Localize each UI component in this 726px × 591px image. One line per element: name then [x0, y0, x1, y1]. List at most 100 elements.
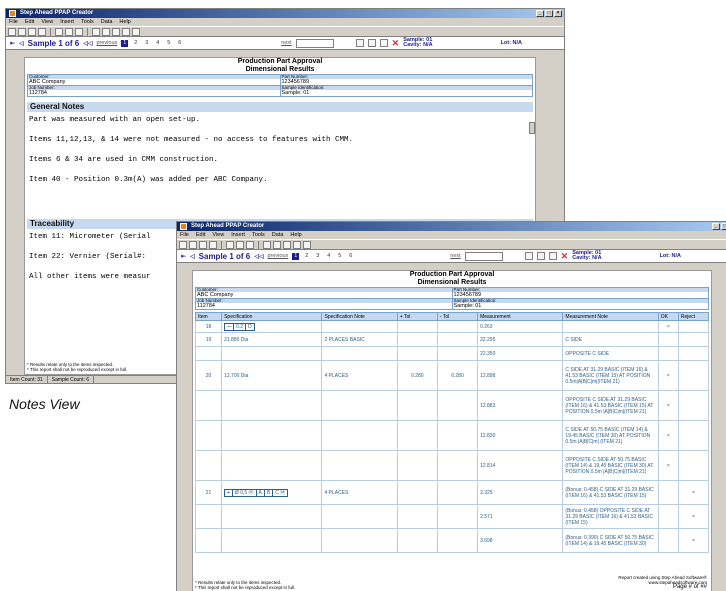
specification-cell[interactable]: [221, 420, 323, 451]
previous-link[interactable]: previous: [267, 253, 288, 259]
paste-icon[interactable]: [246, 240, 254, 249]
item-cell[interactable]: 18: [194, 320, 223, 333]
meas-note-cell[interactable]: OPPOSITE C SIDE AT 50.75 BASIC (ITEM 14)…: [562, 450, 659, 481]
sample-jump-input[interactable]: [295, 38, 334, 48]
reject-mark-cell[interactable]: [677, 332, 710, 347]
add-sample-icon[interactable]: [379, 39, 388, 47]
menu-file[interactable]: File: [9, 18, 18, 26]
ok-mark-cell[interactable]: [657, 346, 679, 361]
delete-x-icon[interactable]: ✕: [561, 251, 569, 262]
redo-icon[interactable]: [273, 240, 281, 249]
menu-tools[interactable]: Tools: [252, 231, 265, 239]
measurement-cell[interactable]: 12.830: [477, 420, 564, 451]
page-3[interactable]: 3: [143, 40, 150, 47]
plus-tol-cell[interactable]: [396, 480, 438, 505]
back-arrow-icon[interactable]: ◁◁: [83, 40, 92, 47]
plus-tol-cell[interactable]: [396, 528, 438, 553]
reject-mark-cell[interactable]: ×: [677, 528, 710, 553]
page-6[interactable]: 6: [176, 40, 183, 47]
open-folder-icon[interactable]: [189, 240, 197, 249]
print-icon[interactable]: [209, 240, 217, 249]
plus-tol-cell[interactable]: [396, 504, 438, 529]
back-arrow-icon[interactable]: ◁◁: [254, 253, 263, 260]
menu-help[interactable]: Help: [119, 18, 130, 26]
specification-cell[interactable]: [221, 450, 323, 481]
minus-tol-cell[interactable]: [436, 504, 479, 529]
table-row[interactable]: 20 12.700 Dia 4 PLACES 0.280 0.280 12.898 C SI…: [194, 360, 710, 391]
item-cell[interactable]: 21: [194, 480, 223, 505]
spec-note-cell[interactable]: [321, 420, 398, 451]
menu-insert[interactable]: Insert: [231, 231, 245, 239]
menu-edit[interactable]: Edit: [196, 231, 205, 239]
specification-cell[interactable]: [221, 390, 323, 421]
general-note-line[interactable]: Items 11,12,13, & 14 were not measured -…: [25, 135, 535, 145]
plus-tol-cell[interactable]: [396, 320, 438, 333]
page-4[interactable]: 4: [325, 253, 332, 260]
plus-tol-cell[interactable]: [396, 450, 438, 481]
copy-icon[interactable]: [236, 240, 244, 249]
specification-cell[interactable]: 21.880 Dia: [221, 332, 323, 347]
meas-note-cell[interactable]: (Bonus: 0.390) C SIDE AT 50.75 BASIC (IT…: [562, 528, 659, 553]
reject-mark-cell[interactable]: ×: [677, 480, 710, 505]
menu-tools[interactable]: Tools: [81, 18, 94, 26]
item-cell[interactable]: [194, 346, 223, 361]
print-icon[interactable]: [38, 27, 46, 36]
measurement-cell[interactable]: 22.350: [477, 346, 564, 361]
plus-tol-cell[interactable]: [396, 420, 438, 451]
undo-icon[interactable]: [92, 27, 100, 36]
item-cell[interactable]: [194, 504, 223, 529]
specification-cell[interactable]: ⌖ Ø 0.5 Ⓜ A B C Ⓜ: [221, 480, 323, 505]
meas-note-cell[interactable]: C SIDE: [562, 332, 659, 347]
job-number-value[interactable]: 112784: [196, 303, 452, 309]
meas-note-cell[interactable]: C SIDE AT 31.29 BASIC (ITEM 16) & 41.53 …: [562, 360, 659, 391]
page-1[interactable]: 1: [292, 252, 300, 260]
help-icon[interactable]: [303, 240, 311, 249]
ok-mark-cell[interactable]: ×: [657, 320, 679, 333]
print-preview-icon[interactable]: [367, 39, 376, 47]
cut-icon[interactable]: [226, 240, 234, 249]
general-note-line[interactable]: Part was measured with an open set-up.: [25, 115, 535, 125]
add-sample-icon[interactable]: [548, 252, 557, 260]
next-link[interactable]: next: [450, 253, 460, 259]
ok-mark-cell[interactable]: [657, 504, 679, 529]
page-4[interactable]: 4: [154, 40, 161, 47]
save-icon[interactable]: [199, 240, 207, 249]
item-cell[interactable]: 19: [194, 332, 223, 347]
table-row[interactable]: 12.814 OPPOSITE C SIDE AT 50.75 BASIC (IT…: [194, 450, 710, 481]
notes-scrollbar[interactable]: [529, 122, 535, 134]
reject-mark-cell[interactable]: [677, 360, 710, 391]
minus-tol-cell[interactable]: [436, 332, 479, 347]
table-row[interactable]: 3.698 (Bonus: 0.390) C SIDE AT 50.75 BASI…: [194, 528, 710, 553]
table-row[interactable]: 12.830 C SIDE AT 50.75 BASIC (ITEM 14) & …: [194, 420, 710, 451]
help-icon[interactable]: [132, 27, 140, 36]
minimize-icon[interactable]: _: [536, 10, 544, 17]
item-cell[interactable]: 20: [194, 360, 223, 391]
previous-link[interactable]: previous: [96, 40, 117, 46]
ok-mark-cell[interactable]: ×: [657, 420, 679, 451]
plus-tol-cell[interactable]: 0.280: [396, 360, 438, 391]
maximize-icon[interactable]: □: [721, 223, 726, 230]
spec-note-cell[interactable]: [321, 320, 398, 333]
minus-tol-cell[interactable]: [436, 450, 479, 481]
page-1[interactable]: 1: [121, 39, 129, 47]
meas-note-cell[interactable]: (Bonus: 0.458) C SIDE AT 31.29 BASIC (IT…: [562, 480, 659, 505]
meas-note-cell[interactable]: OPPOSITE C SIDE AT 31.29 BASIC (ITEM 16)…: [562, 390, 659, 421]
item-cell[interactable]: [194, 450, 223, 481]
page-5[interactable]: 5: [165, 40, 172, 47]
minimize-icon[interactable]: _: [712, 223, 720, 230]
reject-mark-cell[interactable]: [677, 450, 710, 481]
reject-mark-cell[interactable]: [677, 320, 710, 333]
minus-tol-cell[interactable]: 0.280: [436, 360, 479, 391]
specification-cell[interactable]: [221, 504, 323, 529]
ok-mark-cell[interactable]: [657, 480, 679, 505]
plus-tol-cell[interactable]: [396, 332, 438, 347]
spec-note-cell[interactable]: 4 PLACES: [321, 480, 398, 505]
menu-file[interactable]: File: [180, 231, 189, 239]
reject-mark-cell[interactable]: ×: [677, 504, 710, 529]
copy-icon[interactable]: [65, 27, 73, 36]
new-file-icon[interactable]: [179, 240, 187, 249]
meas-note-cell[interactable]: [562, 320, 659, 333]
table-row[interactable]: 21 ⌖ Ø 0.5 Ⓜ A B C Ⓜ 4 PLACES 2.325 (Bonus: 0.45…: [194, 480, 710, 505]
item-cell[interactable]: [194, 420, 223, 451]
grid-icon[interactable]: [355, 39, 364, 47]
